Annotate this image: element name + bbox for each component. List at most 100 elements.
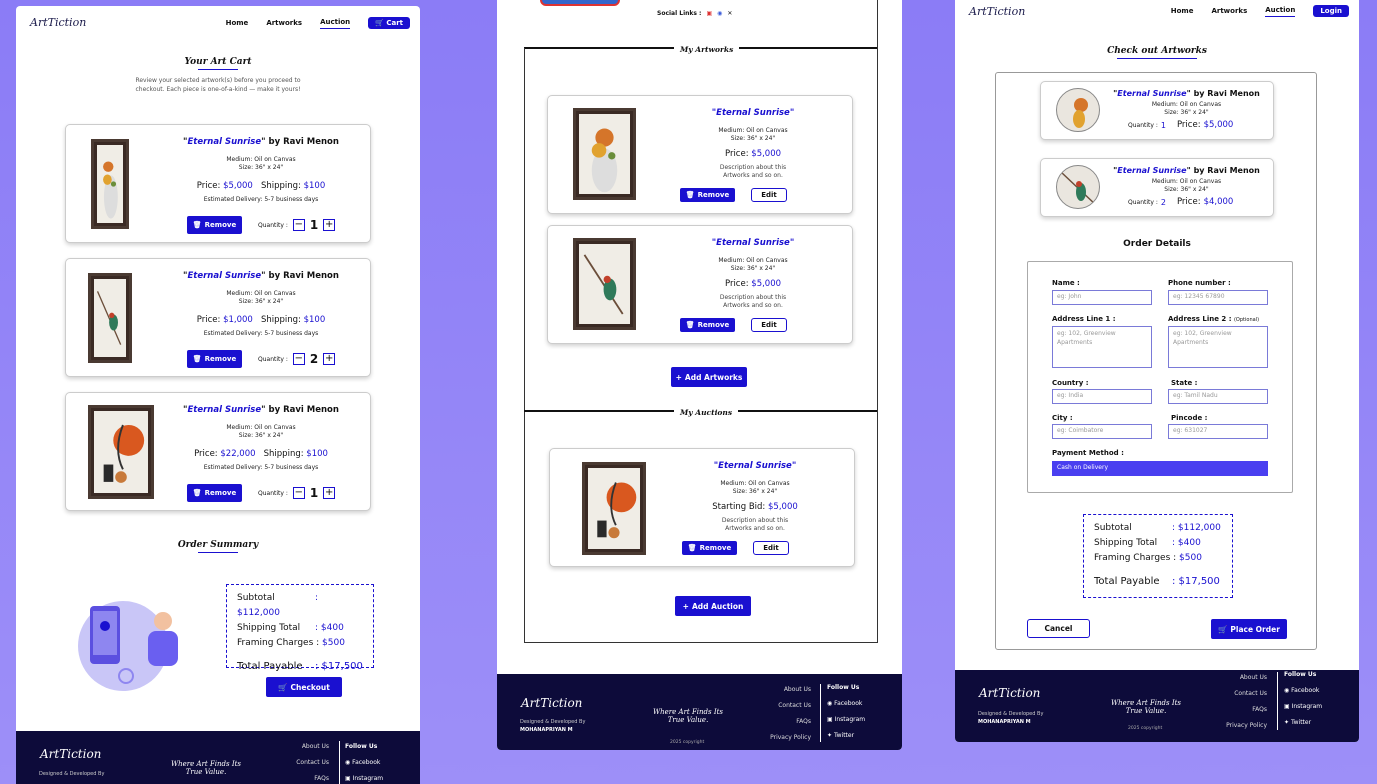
edit-button[interactable]: Edit <box>751 188 787 202</box>
footer-link-privacy[interactable]: Privacy Policy <box>1207 718 1267 734</box>
twitter-link[interactable]: ✦ Twitter <box>1284 715 1322 731</box>
decrement-button[interactable]: − <box>292 487 305 499</box>
author-name: MOHANAPRIYAN M <box>520 727 573 733</box>
total-row: Total Payable: $17,500 <box>1094 574 1222 589</box>
remove-label: Remove <box>697 321 730 329</box>
increment-button[interactable]: + <box>323 219 336 231</box>
footer-link-about[interactable]: About Us <box>1207 670 1267 686</box>
remove-button[interactable]: 🗑 Remove <box>680 188 735 202</box>
state-input[interactable]: eg: Tamil Nadu <box>1168 389 1268 404</box>
copyright: 2025 copyright <box>1128 726 1163 731</box>
cancel-button[interactable]: Cancel <box>1027 619 1090 638</box>
nav-artworks[interactable]: Artworks <box>1211 7 1247 15</box>
artwork-specs: Medium: Oil on Canvas Size: 36" x 24" <box>668 127 838 143</box>
increment-button[interactable]: + <box>323 353 336 365</box>
price-label: Price: <box>194 449 218 459</box>
brand-logo[interactable]: ArtTiction <box>30 16 86 29</box>
tagline-2: True Value. <box>667 716 709 724</box>
facebook-label: Facebook <box>352 759 381 766</box>
artwork-specs: Medium: Oil on Canvas Size: 36" x 24" <box>668 257 838 273</box>
trash-icon: 🗑 <box>687 544 697 552</box>
facebook-icon[interactable]: ◉ <box>717 10 722 17</box>
country-input[interactable]: eg: India <box>1052 389 1152 404</box>
tagline-1: Where Art Finds Its <box>652 708 724 716</box>
remove-button[interactable]: 🗑 Remove <box>680 318 735 332</box>
footer-link-privacy[interactable]: Privacy Policy <box>751 730 811 746</box>
footer-link-contact[interactable]: Contact Us <box>1207 686 1267 702</box>
checkout-button[interactable]: 🛒 Checkout <box>266 677 342 697</box>
footer-links: About Us Contact Us FAQs <box>271 739 329 784</box>
footer-link-about[interactable]: About Us <box>751 682 811 698</box>
nav-auction[interactable]: Auction <box>320 18 351 29</box>
nav-home[interactable]: Home <box>226 19 249 27</box>
address2-input[interactable]: eg: 102, Greenview Apartments <box>1168 326 1268 368</box>
decrement-button[interactable]: − <box>292 353 305 365</box>
address2-label: Address Line 2 : (Optional) <box>1168 315 1259 323</box>
footer-brand: ArtTiction <box>40 747 102 761</box>
instagram-icon[interactable]: ▣ <box>706 10 712 17</box>
subtotal-label: Subtotal <box>237 593 275 603</box>
nav-auction[interactable]: Auction <box>1265 6 1296 17</box>
artwork-price: Price: $5,000 <box>668 279 838 289</box>
instagram-link[interactable]: ▣ Instagram <box>345 771 383 784</box>
nav-home[interactable]: Home <box>1171 7 1194 15</box>
add-auction-button[interactable]: + Add Auction <box>675 596 751 616</box>
instagram-link[interactable]: ▣ Instagram <box>827 712 865 728</box>
instagram-link[interactable]: ▣ Instagram <box>1284 699 1322 715</box>
item-specs: Medium: Oil on Canvas Size: 36" x 24" <box>176 424 346 440</box>
item-artist: by Ravi Menon <box>1193 166 1260 175</box>
increment-button[interactable]: + <box>323 487 336 499</box>
login-button[interactable]: Login <box>1313 5 1349 17</box>
shipping-total-value: : $400 <box>1172 538 1201 548</box>
footer-link-faqs[interactable]: FAQs <box>271 771 329 784</box>
twitter-label: Twitter <box>833 732 855 739</box>
footer-link-about[interactable]: About Us <box>271 739 329 755</box>
subtotal-label: Subtotal <box>1094 523 1132 533</box>
footer-link-contact[interactable]: Contact Us <box>751 698 811 714</box>
add-artworks-button[interactable]: + Add Artworks <box>671 367 747 387</box>
pincode-input[interactable]: eg: 631027 <box>1168 424 1268 439</box>
remove-button[interactable]: 🗑 Remove <box>187 484 242 502</box>
edit-button[interactable]: Edit <box>753 541 789 555</box>
remove-button[interactable]: 🗑 Remove <box>187 216 242 234</box>
country-label: Country : <box>1052 379 1089 387</box>
artwork-thumbnail <box>573 108 636 200</box>
shipping-label: Shipping: <box>260 181 301 191</box>
remove-label: Remove <box>699 544 732 552</box>
payment-select[interactable]: Cash on Delivery <box>1052 461 1268 476</box>
place-order-label: Place Order <box>1230 624 1280 634</box>
remove-button[interactable]: 🗑 Remove <box>682 541 737 555</box>
phone-input[interactable]: eg: 12345 67890 <box>1168 290 1268 305</box>
footer-credit: Designed & Developed By MOHANAPRIYAN M <box>978 710 1043 726</box>
framing-value: $500 <box>1179 553 1202 563</box>
city-input[interactable]: eg: Coimbatore <box>1052 424 1152 439</box>
x-icon[interactable]: ✕ <box>727 10 732 17</box>
navbar: ArtTiction Home Artworks Auction 🛒 Cart <box>16 6 420 38</box>
footer-link-faqs[interactable]: FAQs <box>751 714 811 730</box>
nav-artworks[interactable]: Artworks <box>266 19 302 27</box>
address1-input[interactable]: eg: 102, Greenview Apartments <box>1052 326 1152 368</box>
cart-button[interactable]: 🛒 Cart <box>368 17 410 29</box>
decrement-button[interactable]: − <box>292 219 305 231</box>
content-border-left <box>524 48 525 643</box>
item-title-name: Eternal Sunrise <box>1117 166 1187 175</box>
place-order-button[interactable]: 🛒 Place Order <box>1211 619 1287 639</box>
edit-button[interactable]: Edit <box>751 318 787 332</box>
quantity-value: 2 <box>309 352 319 366</box>
twitter-link[interactable]: ✦ Twitter <box>827 728 865 744</box>
quantity-stepper: Quantity : −2 + <box>258 352 336 366</box>
footer-link-faqs[interactable]: FAQs <box>1207 702 1267 718</box>
brand-logo[interactable]: ArtTiction <box>969 5 1025 18</box>
footer-brand: ArtTiction <box>521 696 583 710</box>
item-delivery: Estimated Delivery: 5-7 business days <box>203 464 319 471</box>
footer-divider <box>339 741 340 784</box>
facebook-link[interactable]: ◉ Facebook <box>1284 683 1322 699</box>
facebook-icon: ◉ <box>827 700 833 707</box>
name-input[interactable]: eg: John <box>1052 290 1152 305</box>
remove-button[interactable]: 🗑 Remove <box>187 350 242 368</box>
item-title: "Eternal Sunrise" by Ravi Menon <box>1113 166 1260 175</box>
footer-link-contact[interactable]: Contact Us <box>271 755 329 771</box>
artwork-title: "Eternal Sunrise" <box>668 108 838 118</box>
facebook-link[interactable]: ◉ Facebook <box>827 696 865 712</box>
facebook-link[interactable]: ◉ Facebook <box>345 755 383 771</box>
